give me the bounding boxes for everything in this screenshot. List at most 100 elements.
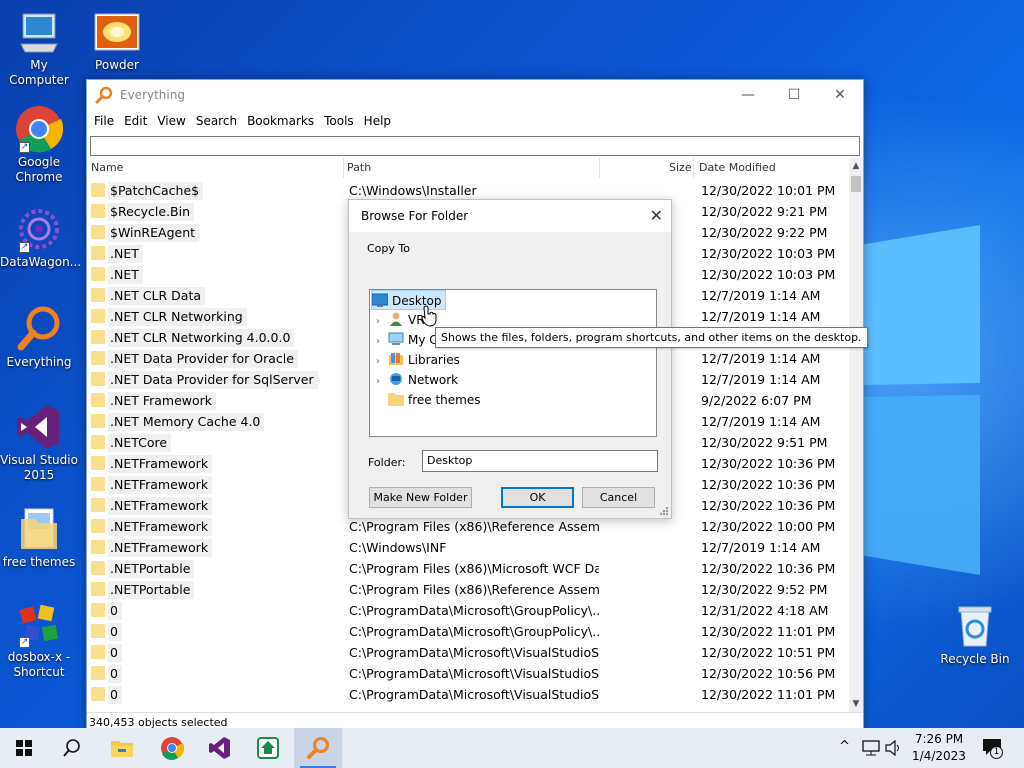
row-name-label: .NETFramework	[108, 539, 213, 557]
datawagon-icon: ↗	[15, 205, 63, 253]
folder-icon	[91, 456, 105, 470]
dialog-title-bar[interactable]: Browse For Folder ✕	[349, 200, 671, 232]
show-hidden-icons-icon[interactable]: ^	[839, 739, 850, 754]
tree-node[interactable]: › VR	[376, 310, 428, 330]
row-date-modified: 12/30/2022 9:21 PM	[701, 204, 828, 219]
taskbar-app[interactable]	[244, 728, 292, 768]
taskbar-chrome[interactable]	[148, 728, 196, 768]
menu-view[interactable]: View	[152, 114, 190, 128]
desktop-icon-visual-studio[interactable]: Visual Studio 2015	[0, 403, 78, 483]
folder-icon	[91, 645, 105, 659]
row-name-label: .NETFramework	[108, 518, 213, 536]
table-row[interactable]: .NETPortable C:\Program Files (x86)\Micro…	[87, 558, 849, 579]
desktop-icon-google-chrome[interactable]: ↗ Google Chrome	[0, 105, 78, 185]
row-date-modified: 12/30/2022 10:00 PM	[701, 519, 836, 534]
table-row[interactable]: .NETPortable C:\Program Files (x86)\Refer…	[87, 579, 849, 600]
visual-studio-icon	[15, 403, 63, 451]
row-path: C:\ProgramData\Microsoft\GroupPolicy\...	[349, 603, 599, 618]
search-button[interactable]	[48, 728, 96, 768]
folder-icon	[91, 687, 105, 701]
folder-icon	[91, 351, 105, 365]
table-row[interactable]: $PatchCache$ C:\Windows\Installer 12/30/20…	[87, 180, 849, 201]
chevron-right-icon[interactable]: ›	[376, 372, 388, 392]
column-divider[interactable]	[599, 158, 600, 178]
tree-node[interactable]: › Libraries	[376, 350, 463, 370]
chevron-right-icon[interactable]: ›	[376, 352, 388, 372]
cancel-button[interactable]: Cancel	[582, 487, 655, 508]
desktop-icon-label: My Computer	[9, 58, 69, 87]
minimize-button[interactable]: —	[725, 80, 771, 110]
table-row[interactable]: 0 C:\ProgramData\Microsoft\VisualStudioS.…	[87, 684, 849, 705]
column-date-modified[interactable]: Date Modified	[695, 158, 845, 178]
desktop-icon-everything[interactable]: Everything	[0, 305, 78, 370]
column-name[interactable]: Name	[87, 158, 343, 178]
row-date-modified: 12/30/2022 10:56 PM	[701, 666, 836, 681]
menu-edit[interactable]: Edit	[119, 114, 152, 128]
table-row[interactable]: 0 C:\ProgramData\Microsoft\VisualStudioS.…	[87, 663, 849, 684]
desktop-icon-my-computer[interactable]: My Computer	[0, 8, 78, 88]
notifications-button[interactable]: 1	[980, 736, 1004, 760]
make-new-folder-button[interactable]: Make New Folder	[369, 487, 472, 508]
table-row[interactable]: 0 C:\ProgramData\Microsoft\GroupPolicy\..…	[87, 600, 849, 621]
row-name: 0	[91, 621, 122, 642]
column-size[interactable]: Size	[665, 158, 695, 178]
row-date-modified: 12/30/2022 10:36 PM	[701, 477, 836, 492]
taskbar-everything[interactable]	[294, 728, 342, 768]
row-date-modified: 12/30/2022 9:52 PM	[701, 582, 828, 597]
row-name: .NETFramework	[91, 516, 213, 537]
menu-help[interactable]: Help	[359, 114, 396, 128]
taskbar-file-explorer[interactable]	[98, 728, 146, 768]
libraries-icon	[388, 352, 404, 366]
clock-time: 7:26 PM	[914, 732, 964, 746]
resize-grip-icon[interactable]	[659, 506, 669, 516]
tree-node-label: free themes	[408, 393, 481, 407]
menu-tools[interactable]: Tools	[319, 114, 359, 128]
folder-tree[interactable]: Desktop › VR › My C › Libraries › Network free th…	[369, 289, 657, 437]
desktop-icon-powder[interactable]: Powder	[78, 8, 156, 73]
table-row[interactable]: 0 C:\ProgramData\Microsoft\VisualStudioS.…	[87, 642, 849, 663]
folder-icon	[91, 267, 105, 281]
column-path[interactable]: Path	[343, 158, 599, 178]
tree-node[interactable]: free themes	[376, 390, 484, 410]
folder-icon	[15, 505, 63, 553]
chevron-right-icon[interactable]: ›	[376, 312, 388, 332]
row-name: .NETPortable	[91, 558, 195, 579]
volume-icon[interactable]	[885, 740, 903, 756]
menu-file[interactable]: File	[89, 114, 119, 128]
tree-node[interactable]: › Network	[376, 370, 461, 390]
row-path: C:\Windows\Installer	[349, 183, 477, 198]
desktop-icon-label: dosbox-x - Shortcut	[7, 650, 71, 679]
menu-bookmarks[interactable]: Bookmarks	[242, 114, 319, 128]
tree-node[interactable]: › My C	[376, 330, 441, 350]
row-date-modified: 12/30/2022 11:01 PM	[701, 687, 836, 702]
start-button[interactable]	[0, 728, 48, 768]
desktop-icon-datawagon[interactable]: ↗ DataWagon...	[0, 205, 81, 270]
scroll-down-icon[interactable]: ▼	[849, 696, 863, 712]
ok-button[interactable]: OK	[501, 487, 574, 508]
network-icon[interactable]	[862, 740, 880, 756]
folder-field[interactable]: Desktop	[422, 450, 658, 472]
title-bar[interactable]: Everything — ☐ ✕	[87, 80, 863, 110]
desktop-icon-recycle-bin[interactable]: Recycle Bin	[936, 602, 1014, 667]
table-row[interactable]: 0 C:\ProgramData\Microsoft\GroupPolicy\..…	[87, 621, 849, 642]
scroll-up-icon[interactable]: ▲	[849, 158, 863, 174]
close-icon[interactable]: ✕	[650, 206, 663, 225]
scrollbar-thumb[interactable]	[851, 176, 861, 192]
folder-icon	[91, 372, 105, 386]
clock[interactable]: 7:26 PM 1/4/2023	[906, 731, 972, 765]
desktop-icon-free-themes[interactable]: free themes	[0, 505, 78, 570]
close-button[interactable]: ✕	[817, 80, 863, 110]
menu-search[interactable]: Search	[191, 114, 242, 128]
column-divider[interactable]	[693, 158, 694, 178]
desktop-icon-dosbox[interactable]: ↗ dosbox-x - Shortcut	[0, 600, 78, 680]
table-row[interactable]: .NETFramework C:\Program Files (x86)\Refe…	[87, 516, 849, 537]
search-input[interactable]	[90, 136, 860, 156]
taskbar-visual-studio[interactable]	[196, 728, 244, 768]
vertical-scrollbar[interactable]: ▲ ▼	[849, 158, 863, 712]
chevron-right-icon[interactable]: ›	[376, 332, 388, 352]
desktop-icon-label: Visual Studio 2015	[0, 453, 78, 482]
desktop-icon-label: Recycle Bin	[940, 652, 1010, 666]
row-path: C:\Program Files (x86)\Microsoft WCF Da.…	[349, 561, 599, 576]
table-row[interactable]: .NETFramework C:\Windows\INF 12/7/2019 1:1…	[87, 537, 849, 558]
maximize-button[interactable]: ☐	[771, 80, 817, 110]
